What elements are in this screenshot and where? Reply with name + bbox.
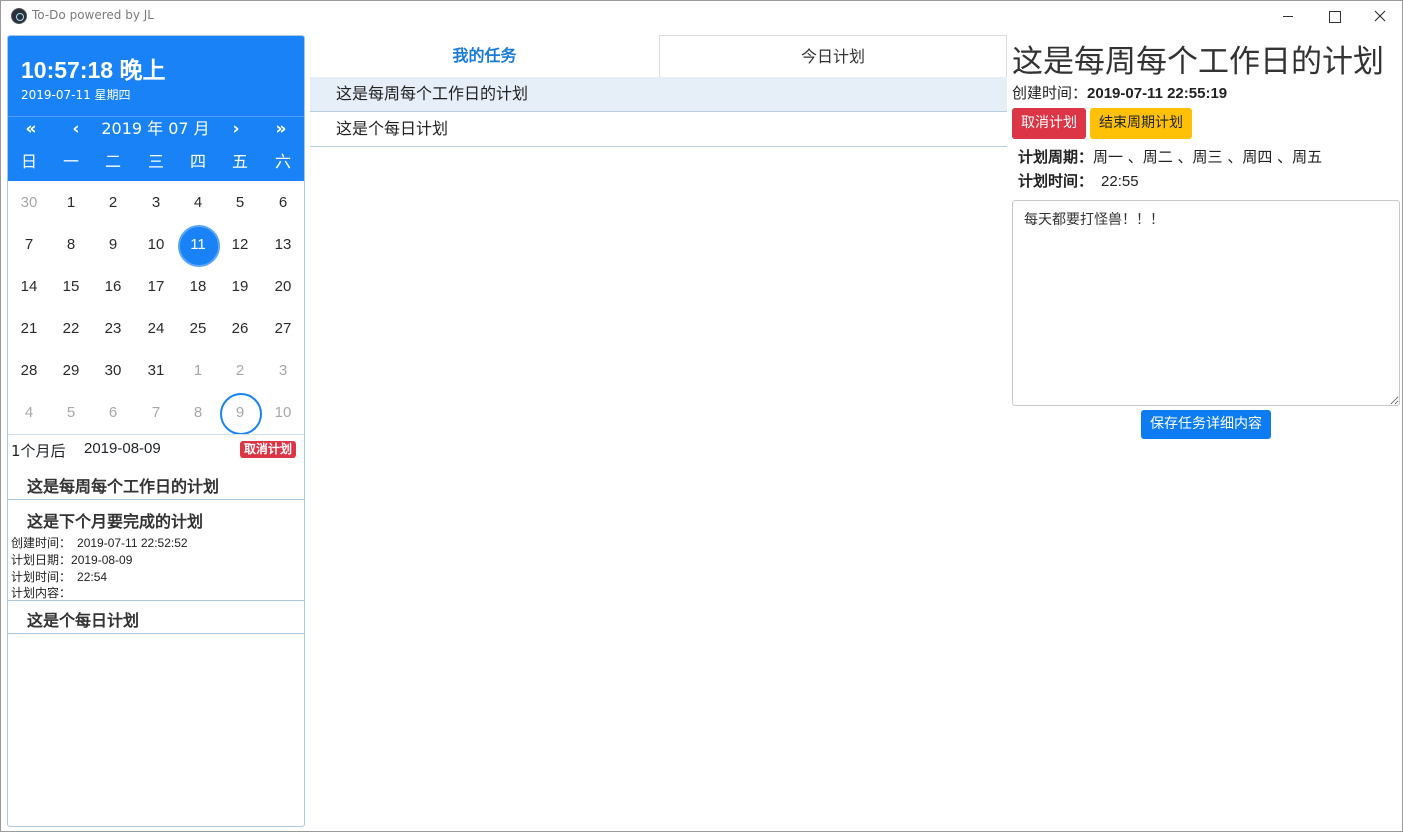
calendar-day[interactable]: 27	[262, 308, 304, 350]
next-year-button[interactable]: »	[270, 118, 292, 140]
calendar-day[interactable]: 18	[177, 266, 219, 308]
calendar-day[interactable]: 3	[135, 182, 177, 224]
plan-title: 这是每周每个工作日的计划	[27, 477, 220, 496]
plan-created: 创建时间： 2019-07-11 22:52:52	[11, 536, 188, 550]
calendar-day[interactable]: 5	[219, 182, 261, 224]
calendar-day[interactable]: 6	[262, 182, 304, 224]
calendar-day[interactable]: 7	[135, 392, 177, 434]
calendar-day[interactable]: 23	[92, 308, 134, 350]
calendar-day[interactable]: 6	[92, 392, 134, 434]
selected-date: 2019-08-09	[84, 440, 161, 457]
app-icon	[11, 8, 27, 24]
calendar-panel: 10:57:18 晚上 2019-07-11 星期四 « ‹ 2019 年 07…	[7, 35, 305, 827]
app-window: To-Do powered by JL 10:57:18 晚上 2019-07-…	[0, 0, 1403, 832]
calendar-day[interactable]: 28	[8, 350, 50, 392]
calendar-day[interactable]: 17	[135, 266, 177, 308]
divider	[8, 116, 304, 117]
plan-time: 计划时间： 22:55	[1018, 172, 1139, 190]
calendar-day[interactable]: 20	[262, 266, 304, 308]
weekday-thu: 四	[189, 152, 206, 171]
plan-item[interactable]: 这是个每日计划	[8, 601, 304, 634]
calendar-day[interactable]: 24	[135, 308, 177, 350]
minimize-button[interactable]	[1265, 1, 1311, 32]
calendar-day[interactable]: 25	[177, 308, 219, 350]
calendar-day[interactable]: 13	[262, 224, 304, 266]
calendar-day[interactable]: 31	[135, 350, 177, 392]
calendar-day[interactable]: 4	[8, 392, 50, 434]
calendar-day[interactable]: 10	[135, 224, 177, 266]
calendar-day[interactable]: 2	[219, 350, 261, 392]
calendar-header: 10:57:18 晚上 2019-07-11 星期四 « ‹ 2019 年 07…	[8, 36, 304, 181]
plan-title: 这是个每日计划	[27, 611, 140, 630]
calendar-day[interactable]: 10	[262, 392, 304, 434]
plan-item[interactable]: 这是下个月要完成的计划 创建时间： 2019-07-11 22:52:52 计划日…	[8, 500, 304, 601]
calendar-day[interactable]: 9	[219, 392, 262, 435]
calendar-day[interactable]: 2	[92, 182, 134, 224]
weekday-tue: 二	[104, 152, 121, 171]
detail-created: 创建时间：2019-07-11 22:55:19	[1012, 84, 1228, 102]
calendar-day[interactable]: 4	[177, 182, 219, 224]
calendar-day[interactable]: 16	[92, 266, 134, 308]
calendar-day[interactable]: 22	[50, 308, 92, 350]
calendar-day[interactable]: 11	[177, 224, 220, 267]
plan-time: 计划时间： 22:54	[11, 570, 108, 584]
weekday-fri: 五	[231, 152, 248, 171]
tab-today-plans[interactable]: 今日计划	[659, 35, 1007, 77]
calendar-day[interactable]: 8	[177, 392, 219, 434]
calendar-day[interactable]: 30	[8, 182, 50, 224]
selected-date-row: 1个月后 2019-08-09 取消计划	[8, 434, 304, 462]
title-bar: To-Do powered by JL	[1, 1, 1402, 32]
calendar-day[interactable]: 14	[8, 266, 50, 308]
notes-textarea[interactable]: 每天都要打怪兽！！！	[1012, 200, 1400, 406]
window-title: To-Do powered by JL	[32, 8, 154, 22]
calendar-day[interactable]: 26	[219, 308, 261, 350]
save-details-button[interactable]: 保存任务详细内容	[1141, 410, 1271, 439]
weekday-sun: 日	[20, 152, 37, 171]
calendar-day[interactable]: 7	[8, 224, 50, 266]
relative-date: 1个月后	[11, 442, 66, 460]
calendar-day[interactable]: 1	[50, 182, 92, 224]
plan-period: 计划周期：周一 、周二 、周三 、周四 、周五	[1018, 148, 1323, 166]
month-label: 2019 年 07 月	[101, 119, 210, 138]
end-recurring-plan-button[interactable]: 结束周期计划	[1090, 108, 1192, 139]
next-month-button[interactable]: ›	[226, 118, 246, 140]
clock: 10:57:18 晚上	[21, 57, 166, 83]
weekday-sat: 六	[274, 152, 291, 171]
calendar-day[interactable]: 29	[50, 350, 92, 392]
weekday-mon: 一	[62, 152, 79, 171]
calendar-day[interactable]: 8	[50, 224, 92, 266]
weekday-wed: 三	[147, 152, 164, 171]
maximize-button[interactable]	[1311, 1, 1357, 32]
tab-bar: 我的任务 今日计划	[310, 35, 1007, 77]
calendar-day[interactable]: 19	[219, 266, 261, 308]
calendar-day[interactable]: 5	[50, 392, 92, 434]
task-item[interactable]: 这是每周每个工作日的计划	[310, 77, 1007, 112]
current-date: 2019-07-11 星期四	[21, 88, 131, 102]
plan-date: 计划日期：2019-08-09	[11, 553, 133, 567]
tab-my-tasks[interactable]: 我的任务	[310, 35, 659, 77]
plan-title: 这是下个月要完成的计划	[27, 512, 204, 531]
calendar-day[interactable]: 9	[92, 224, 134, 266]
close-icon	[1374, 10, 1386, 22]
detail-title: 这是每周每个工作日的计划	[1012, 44, 1384, 80]
calendar-day[interactable]: 3	[262, 350, 304, 392]
calendar-day[interactable]: 1	[177, 350, 219, 392]
calendar-day[interactable]: 30	[92, 350, 134, 392]
close-button[interactable]	[1357, 1, 1403, 32]
calendar-day[interactable]: 15	[50, 266, 92, 308]
cancel-plan-button[interactable]: 取消计划	[1012, 108, 1086, 139]
task-item[interactable]: 这是个每日计划	[310, 112, 1007, 147]
plan-item[interactable]: 这是每周每个工作日的计划	[8, 464, 304, 500]
calendar-day[interactable]: 12	[219, 224, 261, 266]
prev-month-button[interactable]: ‹	[66, 118, 86, 140]
prev-year-button[interactable]: «	[20, 118, 42, 140]
plan-content: 计划内容：	[11, 586, 72, 600]
cancel-plan-badge[interactable]: 取消计划	[240, 441, 297, 458]
calendar-day[interactable]: 21	[8, 308, 50, 350]
